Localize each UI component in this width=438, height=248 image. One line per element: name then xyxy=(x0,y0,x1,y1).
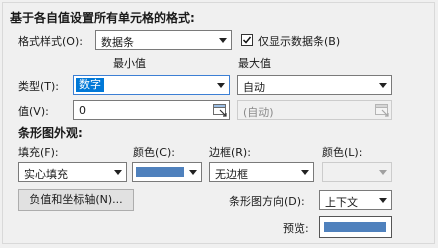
chevron-down-icon xyxy=(185,163,201,181)
max-header: 最大值 xyxy=(238,57,271,70)
fill-color-dropdown[interactable] xyxy=(132,162,202,182)
check-icon xyxy=(242,36,252,44)
show-bar-only-label: 仅显示数据条(B) xyxy=(258,35,341,48)
type-label: 类型(T): xyxy=(18,80,60,93)
section-title: 基于各自值设置所有单元格的格式: xyxy=(10,11,195,25)
max-value-input: (自动) xyxy=(237,100,392,120)
chevron-down-icon xyxy=(375,191,391,209)
bar-direction-dropdown[interactable]: 上下文 xyxy=(319,190,392,210)
value-label: 值(V): xyxy=(18,105,49,118)
chevron-down-icon xyxy=(110,163,126,181)
border-color-dropdown xyxy=(322,162,392,182)
format-style-value: 数据条 xyxy=(101,36,134,49)
show-bar-only-checkbox[interactable] xyxy=(241,34,253,46)
min-type-dropdown[interactable]: 数字 xyxy=(73,75,230,95)
min-value-text: 0 xyxy=(79,104,86,117)
chevron-down-icon xyxy=(297,163,313,181)
negative-axis-button[interactable]: 负值和坐标轴(N)... xyxy=(18,189,134,211)
border-value: 无边框 xyxy=(215,168,248,181)
chevron-down-icon xyxy=(213,76,229,94)
max-type-dropdown[interactable]: 自动 xyxy=(237,75,392,95)
preview-label: 预览: xyxy=(283,222,309,235)
fill-dropdown[interactable]: 实心填充 xyxy=(18,162,127,182)
max-value-text: (自动) xyxy=(243,106,274,119)
border-label: 边框(R): xyxy=(209,146,251,159)
bar-direction-label: 条形图方向(D): xyxy=(229,195,305,208)
min-value-input[interactable]: 0 xyxy=(73,100,230,120)
bar-direction-value: 上下文 xyxy=(325,196,358,209)
chevron-down-icon xyxy=(375,163,391,181)
fill-color-swatch xyxy=(136,167,184,177)
chevron-down-icon xyxy=(375,76,391,94)
format-style-label: 格式样式(O): xyxy=(18,35,83,48)
max-type-value: 自动 xyxy=(243,81,265,94)
bar-appearance-title: 条形图外观: xyxy=(18,126,83,140)
preview-bar xyxy=(324,222,386,232)
format-style-dropdown[interactable]: 数据条 xyxy=(95,30,232,50)
fill-color-label: 颜色(C): xyxy=(133,146,175,159)
min-header: 最小值 xyxy=(113,57,146,70)
range-select-icon[interactable] xyxy=(212,102,228,118)
border-color-label: 颜色(L): xyxy=(322,146,363,159)
preview-box xyxy=(319,216,392,238)
range-select-icon xyxy=(374,102,390,118)
fill-label: 填充(F): xyxy=(18,146,59,159)
chevron-down-icon xyxy=(215,31,231,49)
min-type-value: 数字 xyxy=(76,78,104,92)
fill-value: 实心填充 xyxy=(24,168,68,181)
border-dropdown[interactable]: 无边框 xyxy=(209,162,314,182)
